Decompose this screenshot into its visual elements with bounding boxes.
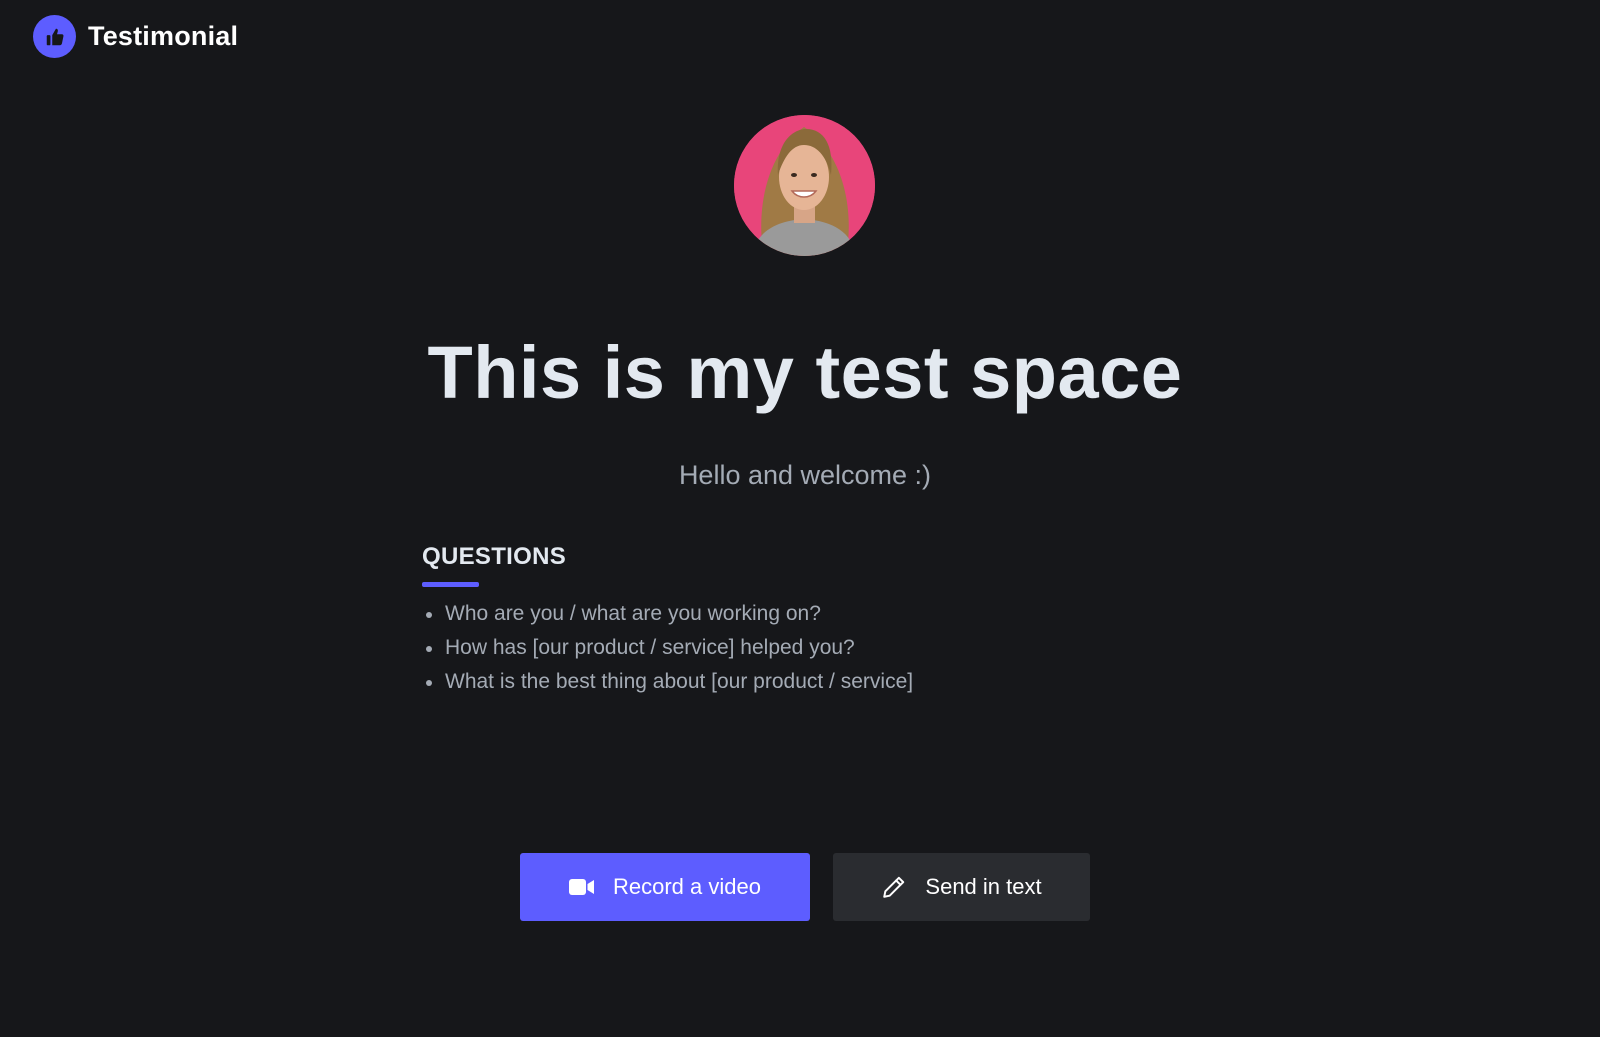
record-video-label: Record a video (613, 874, 761, 899)
thumbs-up-icon (33, 15, 76, 58)
brand-name: Testimonial (88, 21, 239, 51)
list-item: How has [our product / service] helped y… (422, 631, 1122, 665)
record-video-button[interactable]: Record a video (520, 853, 810, 921)
list-item: Who are you / what are you working on? (422, 597, 1122, 631)
brand-logo[interactable]: Testimonial (33, 15, 238, 58)
page: Testimonial This is my test space Hello … (0, 0, 1600, 1037)
questions-section: QUESTIONS Who are you / what are you wor… (422, 543, 1122, 699)
send-text-label: Send in text (925, 874, 1042, 899)
avatar (734, 115, 875, 256)
page-subtitle: Hello and welcome :) (678, 460, 932, 490)
video-camera-icon (569, 878, 595, 896)
question-list: Who are you / what are you working on? H… (422, 597, 1122, 699)
pencil-icon (881, 874, 907, 900)
questions-heading: QUESTIONS (422, 543, 567, 570)
questions-underline (422, 582, 479, 587)
page-title: This is my test space (427, 331, 1183, 414)
send-text-button[interactable]: Send in text (833, 853, 1090, 921)
list-item: What is the best thing about [our produc… (422, 665, 1122, 699)
